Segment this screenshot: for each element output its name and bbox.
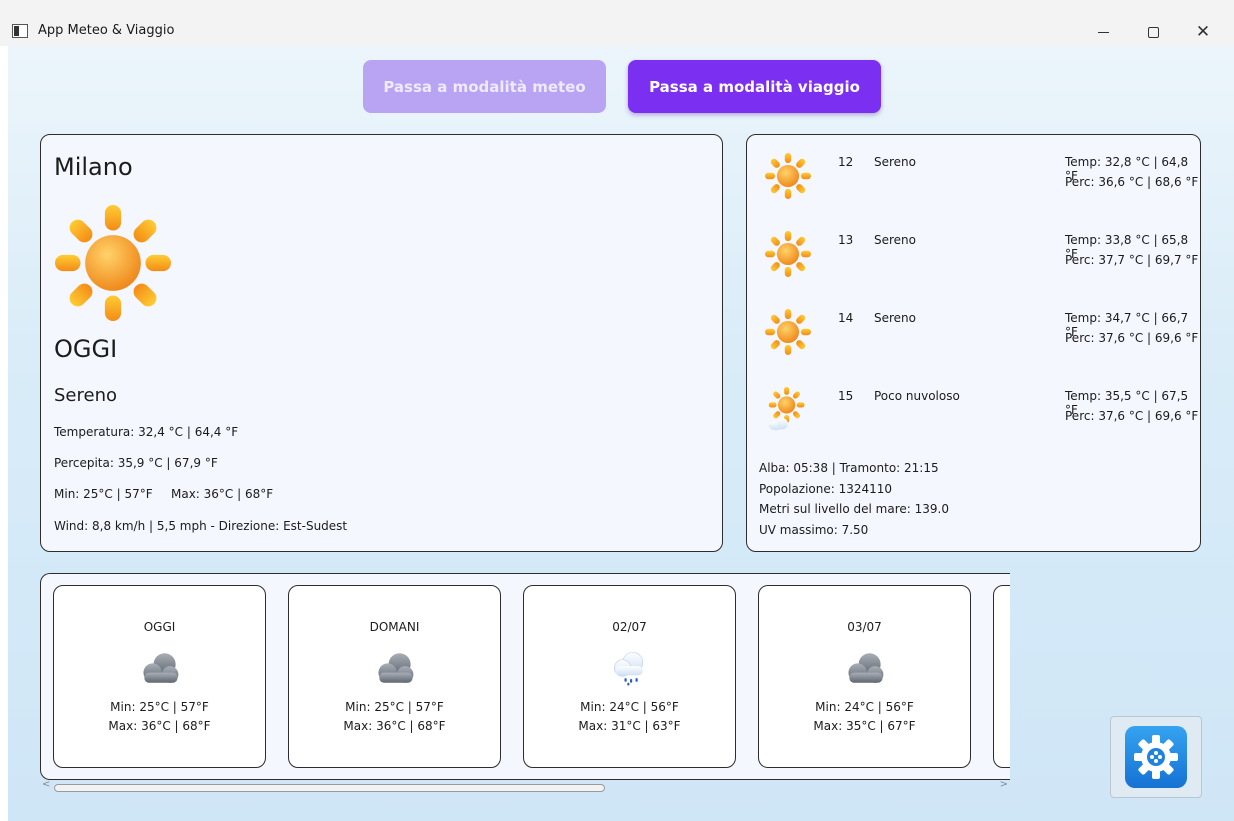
city-name: Milano bbox=[54, 153, 133, 181]
hour-perceived: Perc: 36,6 °C | 68,6 °F bbox=[1065, 175, 1199, 189]
day-min-text: Min: 25°C | 57°F bbox=[345, 700, 444, 714]
day-title: 02/07 bbox=[612, 620, 647, 634]
app-icon bbox=[12, 24, 28, 38]
day-min-text: Min: 25°C | 57°F bbox=[110, 700, 209, 714]
scroll-right-arrow-icon[interactable]: > bbox=[1000, 779, 1008, 790]
sun-icon bbox=[55, 205, 171, 321]
close-icon: ✕ bbox=[1195, 21, 1211, 42]
hourly-row: 15 Poco nuvoloso Temp: 35,5 °C | 67,5 °F… bbox=[747, 369, 1202, 431]
sun-icon bbox=[765, 309, 811, 355]
cloud-icon bbox=[378, 653, 414, 683]
gear-icon bbox=[1125, 726, 1187, 788]
settings-button[interactable] bbox=[1110, 716, 1202, 798]
temperature-text: Temperatura: 32,4 °C | 64,4 °F bbox=[54, 425, 239, 439]
hourly-row: 13 Sereno Temp: 33,8 °C | 65,8 °F Perc: … bbox=[747, 213, 1202, 277]
day-max-text: Max: 36°C | 68°F bbox=[343, 719, 446, 733]
day-title: OGGI bbox=[143, 620, 176, 634]
day-card[interactable]: 02/07 Min: 24°C | 56°F Max: 31°C | 63°F bbox=[523, 585, 736, 768]
minimize-icon bbox=[1097, 31, 1109, 33]
title-bar: App Meteo & Viaggio ✕ bbox=[0, 0, 1234, 46]
day-min-text: Min: 24°C | 56°F bbox=[815, 700, 914, 714]
hour-condition: Poco nuvoloso bbox=[874, 389, 960, 403]
day-card[interactable]: DOMANI Min: 25°C | 57°F Max: 36°C | 68°F bbox=[288, 585, 501, 768]
weather-mode-button[interactable]: Passa a modalità meteo bbox=[363, 60, 606, 113]
scrollbar-thumb[interactable] bbox=[54, 784, 605, 792]
min-temperature-text: Min: 25°C | 57°F bbox=[54, 487, 153, 501]
today-label: OGGI bbox=[54, 335, 118, 363]
hour-label: 14 bbox=[838, 311, 854, 325]
scroll-left-arrow-icon[interactable]: < bbox=[42, 779, 50, 790]
hour-condition: Sereno bbox=[874, 155, 916, 169]
hour-label: 12 bbox=[838, 155, 854, 169]
cloud-icon bbox=[848, 653, 884, 683]
weather-condition: Sereno bbox=[54, 385, 117, 406]
hourly-row: 14 Sereno Temp: 34,7 °C | 66,7 °F Perc: … bbox=[747, 291, 1202, 355]
max-temperature-text: Max: 36°C | 68°F bbox=[171, 487, 274, 501]
wind-text: Wind: 8,8 km/h | 5,5 mph - Direzione: Es… bbox=[54, 519, 348, 533]
daily-forecast-strip[interactable]: OGGI Min: 25°C | 57°F Max: 36°C | 68°F D… bbox=[40, 573, 1010, 780]
hour-label: 13 bbox=[838, 233, 854, 247]
sun-icon bbox=[765, 231, 811, 277]
cloud-icon bbox=[143, 653, 179, 683]
main-area: Passa a modalità meteo Passa a modalità … bbox=[8, 46, 1234, 821]
hour-condition: Sereno bbox=[874, 233, 916, 247]
maximize-button[interactable] bbox=[1130, 18, 1176, 46]
sun-icon bbox=[765, 153, 811, 199]
hourly-forecast-panel: 12 Sereno Temp: 32,8 °C | 64,8 °F Perc: … bbox=[746, 134, 1201, 552]
window-title: App Meteo & Viaggio bbox=[38, 23, 175, 38]
today-panel: Milano OGGI Sereno Temperatura: 32,4 °C … bbox=[40, 134, 723, 552]
day-card-partial[interactable] bbox=[993, 585, 1010, 768]
hour-perceived: Perc: 37,7 °C | 69,7 °F bbox=[1065, 253, 1199, 267]
hour-label: 15 bbox=[838, 389, 854, 403]
sun-cloud-icon bbox=[768, 387, 805, 431]
day-max-text: Max: 36°C | 68°F bbox=[108, 719, 211, 733]
day-max-text: Max: 31°C | 63°F bbox=[578, 719, 681, 733]
day-title: 03/07 bbox=[847, 620, 882, 634]
close-button[interactable]: ✕ bbox=[1180, 18, 1226, 46]
population-text: Popolazione: 1324110 bbox=[759, 482, 893, 496]
day-max-text: Max: 35°C | 67°F bbox=[813, 719, 916, 733]
hour-perceived: Perc: 37,6 °C | 69,6 °F bbox=[1065, 409, 1199, 423]
minimize-button[interactable] bbox=[1080, 18, 1126, 46]
hourly-row: 12 Sereno Temp: 32,8 °C | 64,8 °F Perc: … bbox=[747, 135, 1202, 199]
day-min-text: Min: 24°C | 56°F bbox=[580, 700, 679, 714]
altitude-text: Metri sul livello del mare: 139.0 bbox=[759, 502, 949, 516]
maximize-icon bbox=[1147, 26, 1159, 38]
hour-condition: Sereno bbox=[874, 311, 916, 325]
horizontal-scrollbar[interactable]: < > bbox=[40, 779, 1010, 794]
day-card[interactable]: OGGI Min: 25°C | 57°F Max: 36°C | 68°F bbox=[53, 585, 266, 768]
day-title: DOMANI bbox=[369, 620, 420, 634]
sunrise-sunset-text: Alba: 05:38 | Tramonto: 21:15 bbox=[759, 461, 939, 475]
uv-index-text: UV massimo: 7.50 bbox=[759, 523, 869, 537]
day-card[interactable]: 03/07 Min: 24°C | 56°F Max: 35°C | 67°F bbox=[758, 585, 971, 768]
perceived-temperature-text: Percepita: 35,9 °C | 67,9 °F bbox=[54, 456, 218, 470]
hour-perceived: Perc: 37,6 °C | 69,6 °F bbox=[1065, 331, 1199, 345]
travel-mode-button[interactable]: Passa a modalità viaggio bbox=[628, 60, 881, 113]
rain-cloud-icon bbox=[614, 652, 644, 686]
